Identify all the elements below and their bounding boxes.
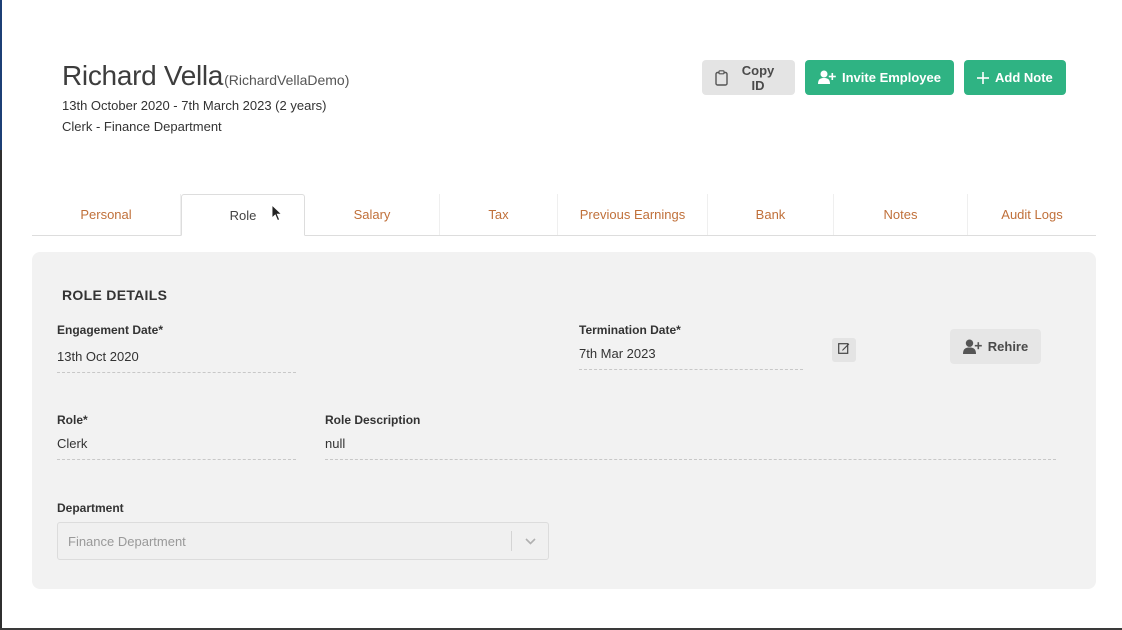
copy-id-label: Copy ID — [741, 62, 775, 93]
rehire-label: Rehire — [987, 339, 1029, 354]
chevron-down-icon[interactable] — [512, 537, 548, 545]
employee-name: Richard Vella — [62, 60, 224, 91]
invite-employee-button[interactable]: Invite Employee — [805, 60, 954, 95]
role-label: Role* — [57, 413, 88, 427]
tab-tax[interactable]: Tax — [440, 194, 558, 235]
role-description-label: Role Description — [325, 413, 421, 427]
department-label: Department — [57, 501, 124, 515]
tab-salary[interactable]: Salary — [305, 194, 440, 235]
employee-name-line: Richard Vella (RichardVellaDemo) — [62, 60, 349, 92]
edit-termination-button[interactable] — [832, 338, 856, 362]
department-select[interactable]: Finance Department — [57, 522, 549, 560]
employee-position: Clerk - Finance Department — [62, 119, 222, 134]
employment-dates: 13th October 2020 - 7th March 2023 (2 ye… — [62, 98, 327, 113]
tab-bank[interactable]: Bank — [708, 194, 834, 235]
invite-employee-label: Invite Employee — [842, 70, 941, 85]
engagement-date-field[interactable]: 13th Oct 2020 — [57, 349, 296, 373]
role-details-panel: ROLE DETAILS Engagement Date* 13th Oct 2… — [32, 252, 1096, 589]
add-note-button[interactable]: Add Note — [964, 60, 1066, 95]
window-left-edge-accent — [0, 0, 2, 150]
tab-notes[interactable]: Notes — [834, 194, 968, 235]
termination-date-label: Termination Date* — [579, 323, 681, 337]
tab-audit-logs[interactable]: Audit Logs — [968, 194, 1096, 235]
engagement-date-label: Engagement Date* — [57, 323, 164, 337]
tab-role[interactable]: Role — [181, 194, 305, 236]
edit-icon — [838, 341, 850, 359]
department-select-value: Finance Department — [68, 533, 186, 549]
employee-tabs: Personal Role Salary Tax Previous Earnin… — [32, 194, 1096, 236]
clipboard-icon — [715, 69, 728, 86]
mouse-pointer-icon — [271, 203, 283, 222]
termination-date-field[interactable]: 7th Mar 2023 — [579, 346, 803, 370]
role-description-field[interactable]: null — [325, 436, 1056, 460]
user-plus-icon — [818, 70, 836, 85]
add-note-label: Add Note — [995, 70, 1053, 85]
employee-header: Richard Vella (RichardVellaDemo) 13th Oc… — [62, 60, 349, 134]
section-title: ROLE DETAILS — [62, 287, 168, 303]
user-plus-icon — [962, 339, 982, 355]
employee-username: (RichardVellaDemo) — [224, 72, 350, 88]
tab-previous-earnings[interactable]: Previous Earnings — [558, 194, 708, 235]
copy-id-button[interactable]: Copy ID — [702, 60, 795, 95]
rehire-button[interactable]: Rehire — [950, 329, 1041, 364]
header-actions: Copy ID Invite Employee Add Note — [702, 60, 1066, 95]
tab-personal[interactable]: Personal — [32, 194, 181, 235]
plus-icon — [977, 71, 989, 84]
role-field[interactable]: Clerk — [57, 436, 296, 460]
